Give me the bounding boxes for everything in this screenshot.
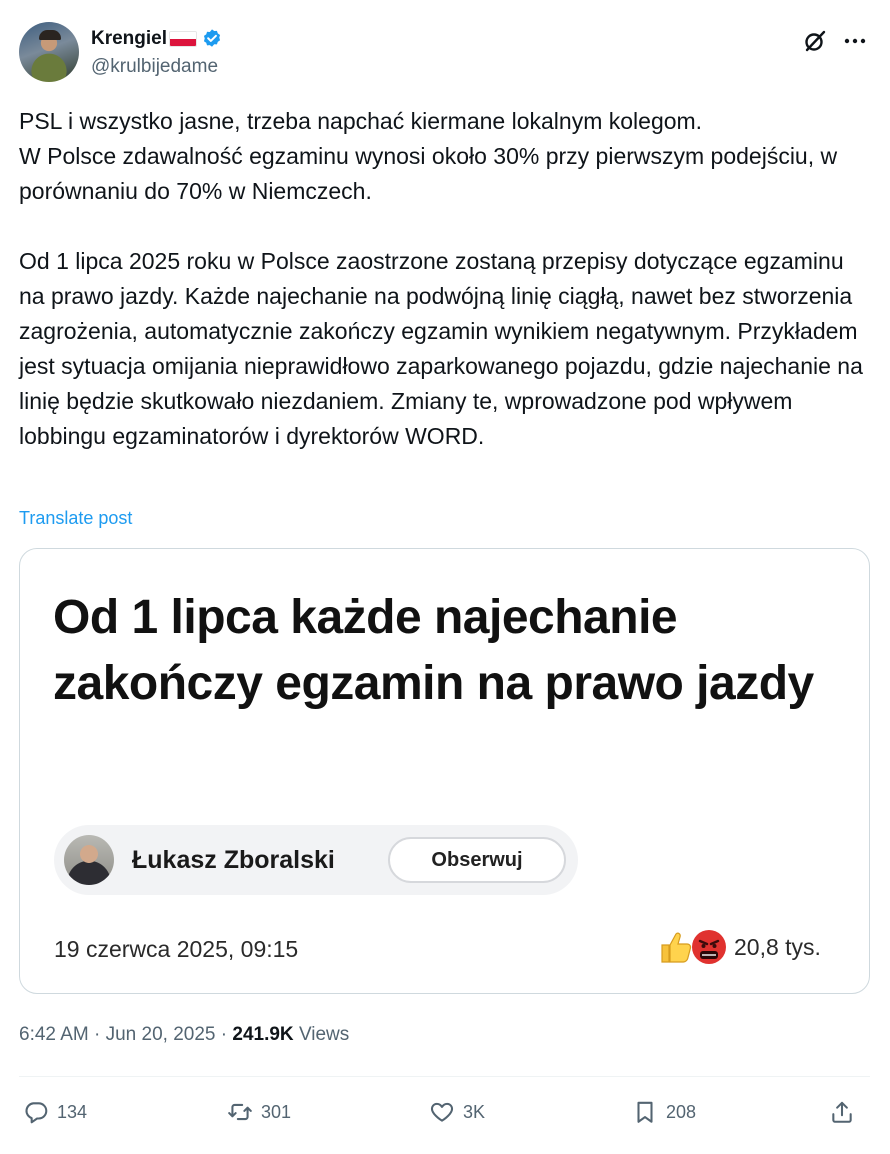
meta-separator: · bbox=[94, 1024, 101, 1045]
repost-button[interactable]: 301 bbox=[227, 1093, 291, 1131]
author-display-name[interactable]: Krengiel bbox=[91, 27, 167, 51]
author-handle[interactable]: @krulbijedame bbox=[91, 55, 218, 79]
bookmark-button[interactable]: 208 bbox=[632, 1093, 696, 1131]
repost-count: 301 bbox=[261, 1101, 292, 1122]
tweet-meta: 6:42 AM · Jun 20, 2025 · 241.9K Views bbox=[19, 1022, 349, 1048]
article-author-avatar bbox=[64, 835, 114, 885]
article-headline: Od 1 lipca każde najechanie zakończy egz… bbox=[53, 591, 814, 710]
article-preview-image[interactable]: Od 1 lipca każde najechanie zakończy egz… bbox=[19, 548, 870, 994]
translate-post-link[interactable]: Translate post bbox=[19, 505, 132, 531]
heart-icon bbox=[430, 1102, 454, 1122]
angry-face-icon bbox=[692, 930, 726, 964]
author-name-row[interactable]: Krengiel bbox=[91, 27, 223, 51]
more-options-icon[interactable] bbox=[842, 28, 868, 54]
article-author-name: Łukasz Zboralski bbox=[132, 846, 335, 874]
bookmark-count: 208 bbox=[666, 1101, 697, 1122]
article-reactions: 20,8 tys. bbox=[656, 927, 821, 967]
follow-button: Obserwuj bbox=[388, 837, 566, 883]
tweet-header: Krengiel @krulbijedame bbox=[19, 22, 871, 84]
author-avatar[interactable] bbox=[19, 22, 79, 82]
meta-separator: · bbox=[220, 1024, 228, 1045]
reaction-count: 20,8 tys. bbox=[734, 933, 821, 960]
tweet-actions: 134 301 3K 208 bbox=[19, 1093, 870, 1131]
grok-icon[interactable] bbox=[802, 28, 828, 54]
tweet-text: PSL i wszystko jasne, trzeba napchać kie… bbox=[19, 108, 863, 449]
tweet-time[interactable]: 6:42 AM bbox=[19, 1024, 89, 1045]
thumbs-up-icon bbox=[661, 932, 692, 963]
article-author-pill: Łukasz Zboralski Obserwuj bbox=[54, 825, 578, 895]
reply-count: 134 bbox=[57, 1101, 88, 1122]
verified-badge-icon[interactable] bbox=[201, 28, 223, 50]
like-button[interactable]: 3K bbox=[429, 1093, 485, 1131]
views-count: 241.9K bbox=[232, 1024, 294, 1045]
repost-icon bbox=[228, 1103, 252, 1121]
share-icon bbox=[832, 1101, 852, 1123]
article-date: 19 czerwca 2025, 09:15 bbox=[54, 936, 299, 962]
like-count: 3K bbox=[463, 1101, 486, 1122]
views-label: Views bbox=[298, 1024, 350, 1045]
poland-flag-icon bbox=[169, 31, 198, 47]
share-button[interactable] bbox=[829, 1093, 855, 1131]
reply-icon bbox=[25, 1102, 48, 1124]
tweet-date[interactable]: Jun 20, 2025 bbox=[106, 1024, 216, 1045]
bookmark-icon bbox=[637, 1101, 653, 1123]
reply-button[interactable]: 134 bbox=[23, 1093, 87, 1131]
actions-divider bbox=[19, 1076, 870, 1077]
